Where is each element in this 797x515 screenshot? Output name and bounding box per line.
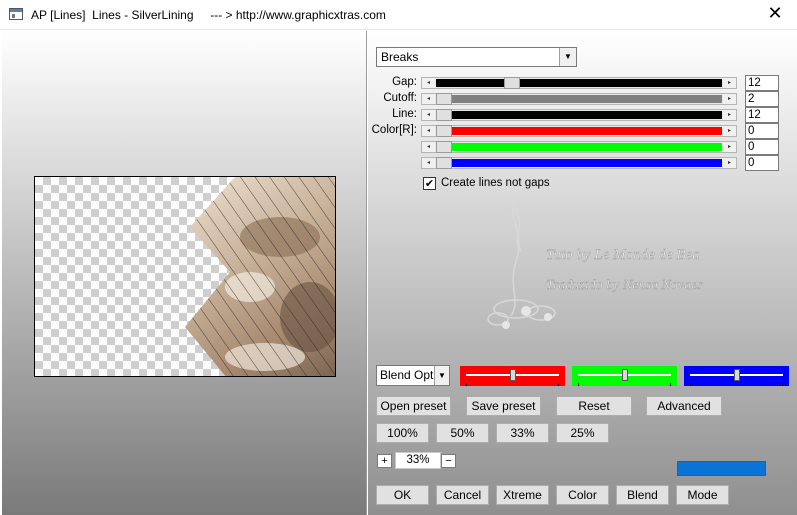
slider-color-b-thumb[interactable] <box>436 157 452 169</box>
open-preset-button[interactable]: Open preset <box>376 396 451 416</box>
xtreme-button[interactable]: Xtreme <box>496 485 549 505</box>
swatch-tick <box>670 383 671 386</box>
slider-gap: Gap: ◂ ▸ 12 <box>368 75 797 91</box>
slider-color-g-track[interactable]: ◂ ▸ <box>421 141 737 153</box>
watermark-line2: Traduzido by Neusa Novaes <box>546 278 703 293</box>
zoom-33-button[interactable]: 33% <box>496 423 549 443</box>
slider-color-r: Color[R]: ◂ ▸ 0 <box>368 123 797 139</box>
slider-line: Line: ◂ ▸ 12 <box>368 107 797 123</box>
zoom-25-button[interactable]: 25% <box>556 423 609 443</box>
slider-line-label: Line: <box>392 108 417 120</box>
arrow-left-icon[interactable]: ◂ <box>422 94 435 104</box>
title-bar: AP [Lines] Lines - SilverLining --- > ht… <box>0 0 797 30</box>
slider-color-b-fill <box>436 159 722 167</box>
arrow-right-icon[interactable]: ▸ <box>723 158 736 168</box>
slider-color-b-value[interactable]: 0 <box>745 155 779 171</box>
ok-button[interactable]: OK <box>376 485 429 505</box>
preview-canvas[interactable] <box>34 176 336 377</box>
red-swatch-slider[interactable] <box>460 366 565 386</box>
slider-color-g-thumb[interactable] <box>436 141 452 153</box>
color-preview-bar <box>677 461 766 476</box>
window-title: AP [Lines] Lines - SilverLining --- > ht… <box>31 8 386 22</box>
slider-gap-thumb[interactable] <box>503 77 520 89</box>
slider-color-b-track[interactable]: ◂ ▸ <box>421 157 737 169</box>
arrow-left-icon[interactable]: ◂ <box>422 126 435 136</box>
swatch-knob[interactable] <box>733 369 740 381</box>
zoom-100-button[interactable]: 100% <box>376 423 429 443</box>
cancel-button[interactable]: Cancel <box>436 485 489 505</box>
slider-color-g: ◂ ▸ 0 <box>368 139 797 155</box>
blend-button[interactable]: Blend <box>616 485 669 505</box>
slider-cutoff-value[interactable]: 2 <box>745 91 779 107</box>
arrow-left-icon[interactable]: ◂ <box>422 78 435 88</box>
close-button[interactable]: ✕ <box>753 0 797 30</box>
slider-line-fill <box>436 111 722 119</box>
slider-gap-track[interactable]: ◂ ▸ <box>421 77 737 89</box>
zoom-in-button[interactable]: + <box>377 454 392 468</box>
create-lines-checkbox[interactable]: ✔ <box>423 177 436 190</box>
app-window-icon <box>9 8 23 20</box>
slider-color-r-label: Color[R]: <box>371 124 417 136</box>
slider-line-thumb[interactable] <box>436 109 452 121</box>
slider-gap-value[interactable]: 12 <box>745 75 779 91</box>
zoom-out-button[interactable]: − <box>441 454 456 468</box>
color-button[interactable]: Color <box>556 485 609 505</box>
slider-cutoff-thumb[interactable] <box>436 93 452 105</box>
slider-color-r-thumb[interactable] <box>436 125 452 137</box>
chevron-down-icon[interactable]: ▼ <box>559 48 576 66</box>
green-swatch-slider[interactable] <box>572 366 677 386</box>
preview-pane <box>2 31 367 515</box>
arrow-right-icon[interactable]: ▸ <box>723 94 736 104</box>
swatch-tick <box>578 383 579 386</box>
controls-pane: Breaks ▼ Gap: ◂ ▸ 12 Cutoff: ◂ ▸ 2 Line:… <box>368 31 797 515</box>
arrow-left-icon[interactable]: ◂ <box>422 110 435 120</box>
slider-line-track[interactable]: ◂ ▸ <box>421 109 737 121</box>
slider-line-value[interactable]: 12 <box>745 107 779 123</box>
arrow-right-icon[interactable]: ▸ <box>723 126 736 136</box>
arrow-left-icon[interactable]: ◂ <box>422 142 435 152</box>
slider-gap-fill <box>436 79 722 87</box>
swatch-knob[interactable] <box>509 369 516 381</box>
zoom-50-button[interactable]: 50% <box>436 423 489 443</box>
reset-button[interactable]: Reset <box>556 396 632 416</box>
slider-color-g-value[interactable]: 0 <box>745 139 779 155</box>
slider-color-b: ◂ ▸ 0 <box>368 155 797 171</box>
preview-image <box>185 177 335 376</box>
slider-cutoff-track[interactable]: ◂ ▸ <box>421 93 737 105</box>
slider-gap-label: Gap: <box>392 76 417 88</box>
advanced-button[interactable]: Advanced <box>646 396 722 416</box>
slider-color-r-track[interactable]: ◂ ▸ <box>421 125 737 137</box>
slider-cutoff: Cutoff: ◂ ▸ 2 <box>368 91 797 107</box>
save-preset-button[interactable]: Save preset <box>466 396 541 416</box>
blend-options-dropdown[interactable]: Blend Options ▼ <box>376 365 450 386</box>
mode-dropdown[interactable]: Breaks ▼ <box>376 47 577 67</box>
slider-cutoff-fill <box>436 95 722 103</box>
arrow-left-icon[interactable]: ◂ <box>422 158 435 168</box>
swatch-tick <box>558 383 559 386</box>
swatch-tick <box>466 383 467 386</box>
arrow-right-icon[interactable]: ▸ <box>723 78 736 88</box>
arrow-right-icon[interactable]: ▸ <box>723 110 736 120</box>
slider-color-r-fill <box>436 127 722 135</box>
mode-dropdown-value: Breaks <box>381 50 419 64</box>
swatch-knob[interactable] <box>621 369 628 381</box>
create-lines-label: Create lines not gaps <box>441 177 550 189</box>
watermark-logo: Tuto by Le Monde de Bea Traduzido by Neu… <box>487 195 703 329</box>
swatch-tick <box>782 383 783 386</box>
slider-color-g-fill <box>436 143 722 151</box>
swatch-tick <box>690 383 691 386</box>
chevron-down-icon[interactable]: ▼ <box>434 366 449 385</box>
watermark-line1: Tuto by Le Monde de Bea <box>546 247 700 263</box>
mode-button[interactable]: Mode <box>676 485 729 505</box>
arrow-right-icon[interactable]: ▸ <box>723 142 736 152</box>
slider-color-r-value[interactable]: 0 <box>745 123 779 139</box>
slider-cutoff-label: Cutoff: <box>383 92 417 104</box>
blue-swatch-slider[interactable] <box>684 366 789 386</box>
zoom-level-field[interactable]: 33% <box>395 452 441 469</box>
